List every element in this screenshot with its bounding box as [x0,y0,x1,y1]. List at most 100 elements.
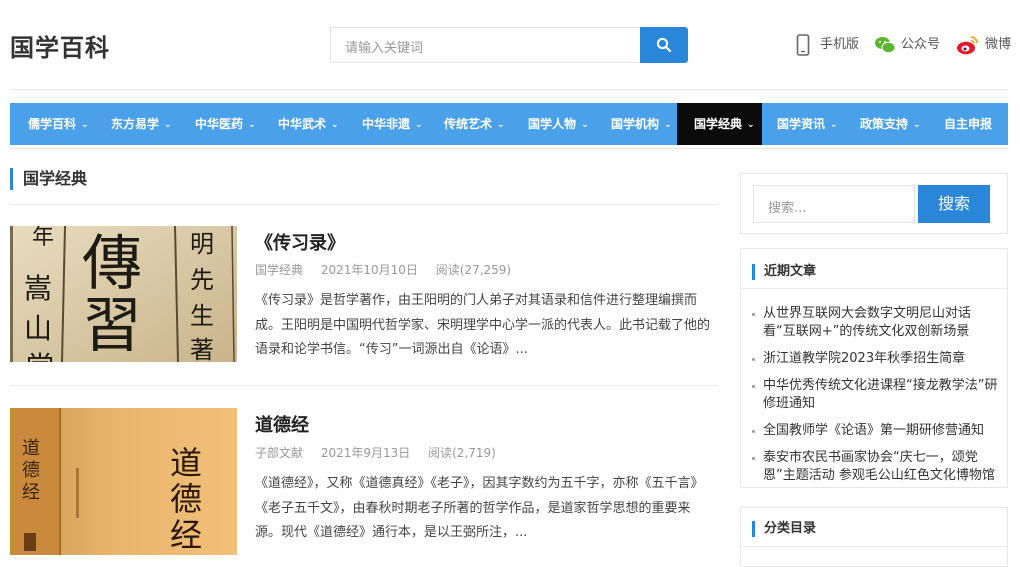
nav-item-institutions[interactable]: 国学机构 ⌄ [611,103,672,145]
nav-label: 国学人物 [528,117,577,131]
mobile-label: 手机版 [820,37,860,52]
wechat-label: 公众号 [901,37,941,52]
svg-text:经: 经 [170,516,202,554]
chevron-down-icon: ⌄ [497,120,505,130]
nav-label: 儒学百科 [28,117,77,131]
recent-posts-widget: 近期文章 从世界互联网大会数字文明尼山对话看“互联网+”的传统文化双创新场景 浙… [740,248,1008,488]
post-thumbnail[interactable]: 年 嵩 山 堂 傳 習 明 先 生 著 [10,226,237,362]
chevron-down-icon: ⌄ [664,120,672,130]
nav-item-people[interactable]: 国学人物 ⌄ [528,103,589,145]
nav-item-classics[interactable]: 国学经典 ⌄ [677,103,762,145]
post-title[interactable]: 《传习录》 [255,229,345,255]
search-button[interactable] [640,27,688,63]
recent-posts-title: 近期文章 [752,264,816,280]
wechat-link[interactable]: 公众号 [874,34,944,56]
sidebar-search-input[interactable]: 搜索... [753,185,915,223]
nav-label: 国学经典 [694,117,743,131]
recent-post-link[interactable]: 中华优秀传统文化进课程“接龙教学法”研修班通知 [752,377,1002,413]
svg-text:经: 经 [22,482,40,503]
sidebar-search-widget: 搜索... 搜索 [740,173,1008,234]
svg-text:德: 德 [170,480,202,518]
mobile-icon [796,34,810,56]
post-meta: 国学经典 2021年10月10日 阅读(27,259) [255,261,525,278]
svg-text:著: 著 [190,336,214,362]
nav-label: 政策支持 [860,117,909,131]
header-divider [10,89,1008,90]
nav-label: 传统艺术 [444,117,493,131]
post-item: 年 嵩 山 堂 傳 習 明 先 生 著 《传习录》 国学经典 2021年10月1… [10,226,718,386]
svg-text:明: 明 [190,230,214,258]
chevron-down-icon: ⌄ [331,120,339,130]
post-thumbnail[interactable]: 道 德 经 道 德 经 [10,408,237,555]
post-divider [10,385,718,386]
nav-item-medicine[interactable]: 中华医药 ⌄ [195,103,256,145]
main-nav: 儒学百科 ⌄ 东方易学 ⌄ 中华医药 ⌄ 中华武术 ⌄ 中华非遗 ⌄ 传统艺术 ⌄ 国学人物… [10,103,1008,145]
svg-text:山: 山 [24,312,52,345]
post-meta: 子部文献 2021年9月13日 阅读(2,719) [255,444,510,461]
site-logo[interactable]: 国学百科 [10,28,110,63]
post-category[interactable]: 国学经典 [255,263,303,277]
nav-label: 中华非遗 [362,117,411,131]
svg-text:道: 道 [22,438,40,459]
recent-posts-list: 从世界互联网大会数字文明尼山对话看“互联网+”的传统文化双创新场景 浙江道教学院… [752,305,1002,494]
post-title[interactable]: 道德经 [255,411,309,437]
post-date: 2021年9月13日 [320,446,411,460]
book-page-image: 年 嵩 山 堂 傳 習 明 先 生 著 [10,226,237,362]
nav-item-yixue[interactable]: 东方易学 ⌄ [111,103,172,145]
nav-divider [10,148,1008,149]
svg-text:先: 先 [190,266,214,294]
nav-item-martial-arts[interactable]: 中华武术 ⌄ [278,103,339,145]
recent-post-link[interactable]: 全国教师学《论语》第一期研修营通知 [752,422,1002,440]
nav-label: 国学机构 [611,117,660,131]
search-input[interactable]: 请输入关键词 [330,27,640,63]
wechat-icon [875,37,896,54]
mobile-link[interactable]: 手机版 [796,34,860,56]
svg-text:生: 生 [190,302,214,330]
section-title: 国学经典 [10,168,87,190]
book-cover-image: 道 德 经 道 德 经 [10,408,237,555]
nav-item-arts[interactable]: 传统艺术 ⌄ [444,103,505,145]
chevron-down-icon: ⌄ [581,120,589,130]
categories-widget: 分类目录 [740,507,1008,567]
search-icon [656,37,672,53]
categories-title: 分类目录 [752,521,816,537]
post-category[interactable]: 子部文献 [255,446,303,460]
post-item: 道 德 经 道 德 经 道德经 子部文献 2021年9月13日 阅读(2,719… [10,408,718,555]
recent-post-link[interactable]: 从世界互联网大会数字文明尼山对话看“互联网+”的传统文化双创新场景 [752,305,1002,341]
nav-label: 东方易学 [111,117,160,131]
post-excerpt: 《道德经》，又称《道德真经》《老子》，因其字数约为五千字，亦称《五千言》《老子五… [255,476,704,540]
weibo-label: 微博 [985,37,1012,52]
nav-item-policy[interactable]: 政策支持 ⌄ [860,103,921,145]
section-divider [10,204,718,205]
post-excerpt: 《传习录》是哲学著作，由王阳明的门人弟子对其语录和信件进行整理编撰而成。王阳明是… [255,293,711,357]
chevron-down-icon: ⌄ [164,120,172,130]
nav-label: 中华武术 [278,117,327,131]
nav-item-apply[interactable]: 自主申报 [944,103,992,145]
svg-text:德: 德 [22,460,40,481]
site-header: 国学百科 请输入关键词 手机版 公众号 微博 [0,0,1020,90]
chevron-down-icon: ⌄ [830,120,838,130]
chevron-down-icon: ⌄ [81,120,89,130]
recent-post-link[interactable]: 浙江道教学院2023年秋季招生简章 [752,350,1002,368]
nav-item-news[interactable]: 国学资讯 ⌄ [777,103,838,145]
recent-post-link[interactable]: 泰安市农民书画家协会“庆七一，颂党恩”主题活动 参观毛公山红色文化博物馆 [752,449,1002,485]
svg-text:傳: 傳 [82,229,142,299]
chevron-down-icon: ⌄ [415,120,423,130]
svg-text:堂: 堂 [26,350,54,362]
nav-item-heritage[interactable]: 中华非遗 ⌄ [362,103,423,145]
post-date: 2021年10月10日 [320,263,418,277]
nav-label: 国学资讯 [777,117,826,131]
post-views: 阅读(27,259) [435,263,512,277]
chevron-down-icon: ⌄ [913,120,921,130]
nav-item-confucianism[interactable]: 儒学百科 ⌄ [28,103,89,145]
sidebar-search-button[interactable]: 搜索 [918,185,990,223]
svg-text:年: 年 [32,226,54,250]
svg-text:習: 習 [82,291,142,361]
weibo-link[interactable]: 微博 [956,34,1016,56]
weibo-icon [957,36,978,55]
post-views: 阅读(2,719) [428,446,496,460]
chevron-down-icon: ⌄ [747,120,755,130]
nav-label: 自主申报 [944,117,993,131]
chevron-down-icon: ⌄ [248,120,256,130]
svg-text:嵩: 嵩 [24,272,52,305]
